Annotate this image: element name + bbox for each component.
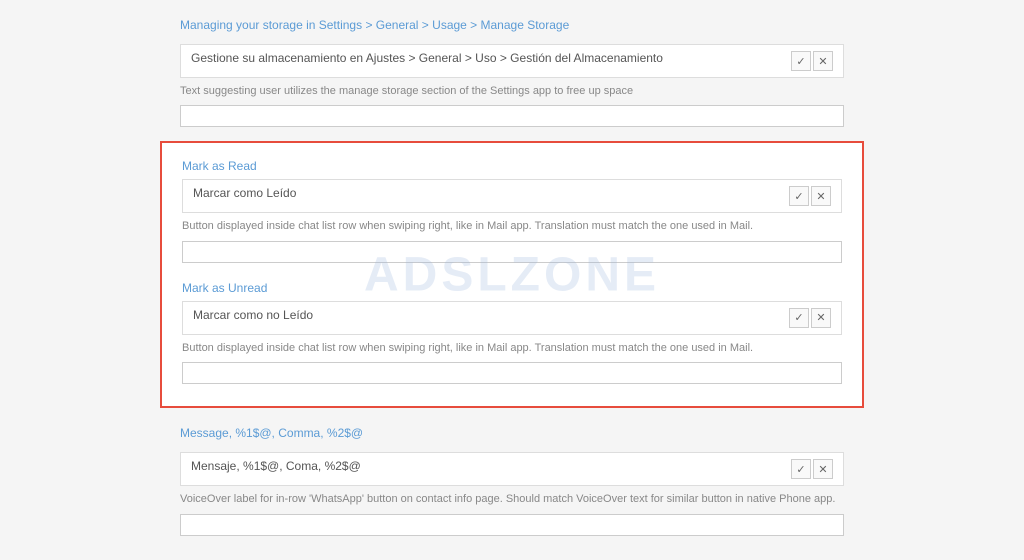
manage-storage-translation-row: Gestione su almacenamiento en Ajustes > … (180, 44, 844, 78)
message-comma-translation-text: Mensaje, %1$@, Coma, %2$@ (191, 459, 781, 473)
message-comma-translation-block: Mensaje, %1$@, Coma, %2$@ ✓ ✕ VoiceOver … (0, 448, 1024, 549)
mark-as-unread-cancel-btn[interactable]: ✕ (811, 308, 831, 328)
mark-as-read-block: Marcar como Leído ✓ ✕ Button displayed i… (182, 179, 842, 262)
message-comma-description: VoiceOver label for in-row 'WhatsApp' bu… (180, 488, 844, 513)
mark-as-read-description: Button displayed inside chat list row wh… (182, 215, 842, 240)
mark-as-read-header: Mark as Read (182, 153, 842, 179)
manage-storage-section: Managing your storage in Settings > Gene… (0, 10, 1024, 141)
mark-as-read-translation-row: Marcar como Leído ✓ ✕ (182, 179, 842, 213)
message-comma-translation-row: Mensaje, %1$@, Coma, %2$@ ✓ ✕ (180, 452, 844, 486)
message-comma-actions: ✓ ✕ (791, 459, 833, 479)
mark-as-unread-description: Button displayed inside chat list row wh… (182, 337, 842, 362)
mark-as-unread-input[interactable] (182, 362, 842, 384)
mark-as-read-confirm-btn[interactable]: ✓ (789, 186, 809, 206)
mark-as-read-cancel-btn[interactable]: ✕ (811, 186, 831, 206)
manage-storage-translation-text: Gestione su almacenamiento en Ajustes > … (191, 51, 781, 65)
manage-storage-confirm-btn[interactable]: ✓ (791, 51, 811, 71)
mark-as-unread-actions: ✓ ✕ (789, 308, 831, 328)
manage-storage-translation-block: Gestione su almacenamiento en Ajustes > … (0, 40, 1024, 141)
mark-as-unread-confirm-btn[interactable]: ✓ (789, 308, 809, 328)
mark-as-unread-translation-text: Marcar como no Leído (193, 308, 779, 322)
mark-as-unread-header: Mark as Unread (182, 275, 842, 301)
mark-as-read-translation-text: Marcar como Leído (193, 186, 779, 200)
highlighted-section: ADSLZONE Mark as Read Marcar como Leído … (160, 141, 864, 408)
manage-storage-cancel-btn[interactable]: ✕ (813, 51, 833, 71)
mark-as-unread-translation-row: Marcar como no Leído ✓ ✕ (182, 301, 842, 335)
message-comma-input[interactable] (180, 514, 844, 536)
message-comma-header: Message, %1$@, Comma, %2$@ (0, 418, 1024, 448)
message-comma-confirm-btn[interactable]: ✓ (791, 459, 811, 479)
manage-storage-header: Managing your storage in Settings > Gene… (0, 10, 1024, 40)
manage-storage-actions: ✓ ✕ (791, 51, 833, 71)
message-comma-cancel-btn[interactable]: ✕ (813, 459, 833, 479)
mark-as-unread-block: Marcar como no Leído ✓ ✕ Button displaye… (182, 301, 842, 384)
message-comma-section: Message, %1$@, Comma, %2$@ Mensaje, %1$@… (0, 418, 1024, 549)
manage-storage-description: Text suggesting user utilizes the manage… (180, 80, 844, 105)
mark-as-read-section: Mark as Read Marcar como Leído ✓ ✕ Butto… (182, 153, 842, 262)
mark-as-read-actions: ✓ ✕ (789, 186, 831, 206)
mark-as-unread-section: Mark as Unread Marcar como no Leído ✓ ✕ … (182, 275, 842, 384)
mark-as-read-input[interactable] (182, 241, 842, 263)
page-container: Managing your storage in Settings > Gene… (0, 0, 1024, 560)
manage-storage-input[interactable] (180, 105, 844, 127)
